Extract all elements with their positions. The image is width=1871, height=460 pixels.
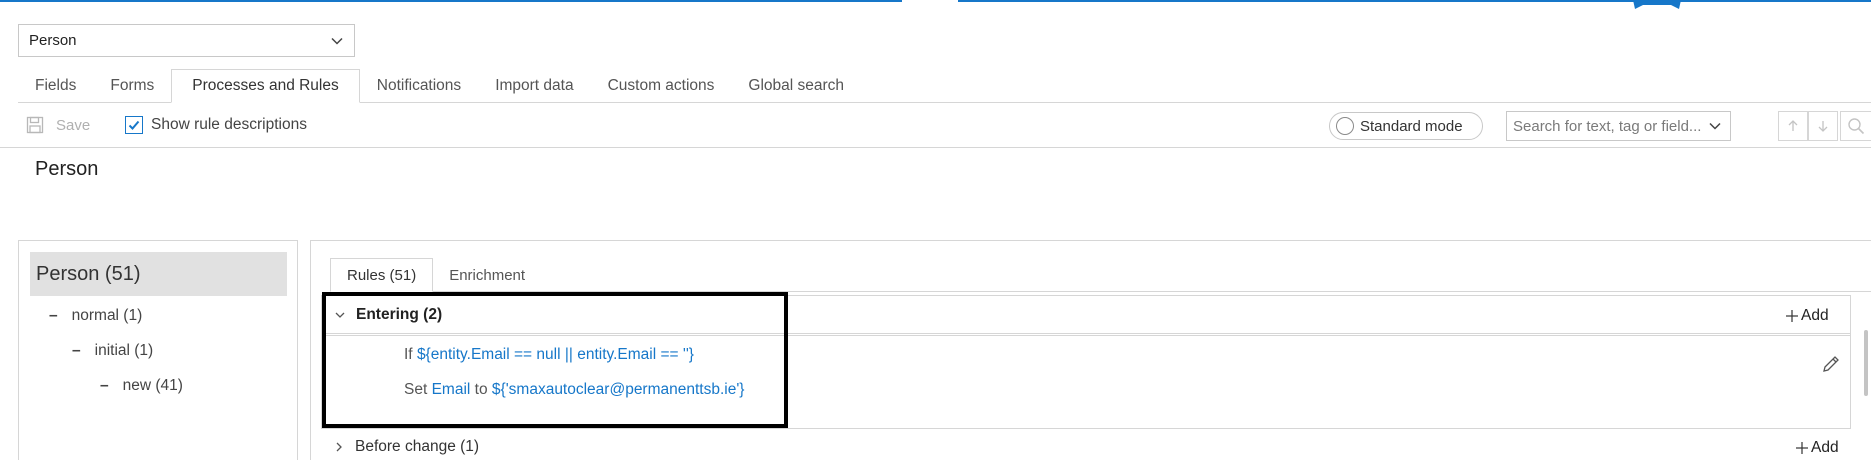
tab-fields[interactable]: Fields bbox=[18, 69, 93, 103]
entering-section-header[interactable]: Entering (2) Add bbox=[322, 296, 1850, 336]
rule-expression[interactable]: ${entity.Email == null || entity.Email =… bbox=[417, 346, 694, 363]
search-icon bbox=[1848, 118, 1865, 135]
tab-rules[interactable]: Rules (51) bbox=[330, 258, 434, 292]
standard-mode-toggle[interactable]: Standard mode bbox=[1329, 112, 1483, 140]
tab-enrichment[interactable]: Enrichment bbox=[433, 258, 541, 292]
chevron-right-icon[interactable] bbox=[333, 441, 345, 453]
entity-select-dropdown[interactable]: Person bbox=[18, 24, 355, 57]
show-descriptions-checkbox[interactable] bbox=[125, 116, 143, 134]
top-line-gap bbox=[902, 0, 958, 2]
tab-notifications[interactable]: Notifications bbox=[360, 69, 478, 103]
tree-item-label: new (41) bbox=[122, 377, 183, 394]
toggle-knob bbox=[1336, 117, 1354, 135]
show-descriptions-label: Show rule descriptions bbox=[151, 116, 307, 133]
collapse-dash-icon[interactable]: – bbox=[49, 307, 58, 325]
rule-field[interactable]: Email bbox=[432, 381, 471, 398]
rule-line-set[interactable]: Set Email to ${'smaxautoclear@permanentt… bbox=[404, 381, 744, 399]
save-label: Save bbox=[56, 116, 91, 134]
scrollbar[interactable] bbox=[1864, 330, 1868, 396]
chevron-down-icon bbox=[331, 37, 343, 45]
tree-item-label: normal (1) bbox=[71, 307, 143, 324]
rule-keyword: Set bbox=[404, 381, 428, 398]
top-accent-line bbox=[0, 0, 1871, 2]
arrow-down-icon bbox=[1818, 121, 1828, 132]
rule-line-if[interactable]: If ${entity.Email == null || entity.Emai… bbox=[404, 346, 694, 364]
page-title: Person bbox=[35, 158, 99, 180]
search-button[interactable] bbox=[1840, 111, 1871, 141]
section-title: Before change (1) bbox=[355, 438, 480, 455]
main-tabs: Fields Forms Processes and Rules Notific… bbox=[18, 69, 861, 103]
add-label: Add bbox=[1811, 439, 1839, 456]
rules-tabs: Rules (51) Enrichment bbox=[330, 258, 541, 292]
tree-root-item[interactable]: Person (51) bbox=[30, 252, 287, 296]
chevron-down-icon[interactable] bbox=[334, 309, 346, 321]
search-placeholder: Search for text, tag or field... bbox=[1513, 117, 1702, 135]
rules-panel: Rules (51) Enrichment Entering (2) Add I… bbox=[310, 240, 1871, 460]
arrow-up-icon bbox=[1788, 120, 1798, 131]
add-rule-button[interactable]: Add bbox=[1795, 439, 1839, 457]
tree-item-initial[interactable]: – initial (1) bbox=[72, 342, 153, 360]
add-label: Add bbox=[1801, 307, 1829, 324]
tab-forms[interactable]: Forms bbox=[93, 69, 171, 103]
rule-expression[interactable]: ${'smaxautoclear@permanenttsb.ie'} bbox=[492, 381, 745, 398]
bookmark-ribbon-icon bbox=[1633, 0, 1681, 9]
chevron-down-icon bbox=[1709, 122, 1721, 130]
previous-result-button[interactable] bbox=[1778, 111, 1808, 141]
before-change-section-header[interactable]: Before change (1) bbox=[333, 438, 479, 456]
tree-item-label: initial (1) bbox=[94, 342, 154, 359]
show-rule-descriptions-toggle[interactable]: Show rule descriptions bbox=[125, 116, 307, 134]
section-title: Entering (2) bbox=[356, 305, 443, 323]
next-result-button[interactable] bbox=[1808, 111, 1838, 141]
save-button[interactable]: Save bbox=[26, 116, 90, 134]
tree-item-normal[interactable]: – normal (1) bbox=[49, 307, 142, 325]
add-rule-button[interactable]: Add bbox=[1785, 307, 1829, 325]
toolbar: Save Show rule descriptions Standard mod… bbox=[0, 106, 1871, 148]
entering-section: Entering (2) Add If ${entity.Email == nu… bbox=[321, 295, 1851, 429]
rule-keyword: If bbox=[404, 346, 413, 363]
collapse-dash-icon[interactable]: – bbox=[72, 342, 81, 360]
tab-import-data[interactable]: Import data bbox=[478, 69, 590, 103]
rules-tabs-divider bbox=[330, 291, 1871, 292]
save-icon bbox=[26, 116, 44, 134]
search-input[interactable]: Search for text, tag or field... bbox=[1506, 111, 1731, 141]
entity-select-value: Person bbox=[29, 32, 77, 49]
process-tree-panel: Person (51) – normal (1) – initial (1) –… bbox=[18, 240, 298, 460]
plus-icon bbox=[1786, 310, 1798, 322]
tab-custom-actions[interactable]: Custom actions bbox=[591, 69, 732, 103]
pencil-icon[interactable] bbox=[1821, 354, 1841, 374]
mode-label: Standard mode bbox=[1360, 117, 1463, 135]
collapse-dash-icon[interactable]: – bbox=[100, 377, 109, 395]
tab-processes-and-rules[interactable]: Processes and Rules bbox=[171, 69, 360, 103]
tab-global-search[interactable]: Global search bbox=[731, 69, 861, 103]
rule-to-keyword: to bbox=[474, 381, 488, 398]
checkmark-icon bbox=[128, 120, 140, 130]
tree-item-new[interactable]: – new (41) bbox=[100, 377, 183, 395]
plus-icon bbox=[1796, 442, 1808, 454]
